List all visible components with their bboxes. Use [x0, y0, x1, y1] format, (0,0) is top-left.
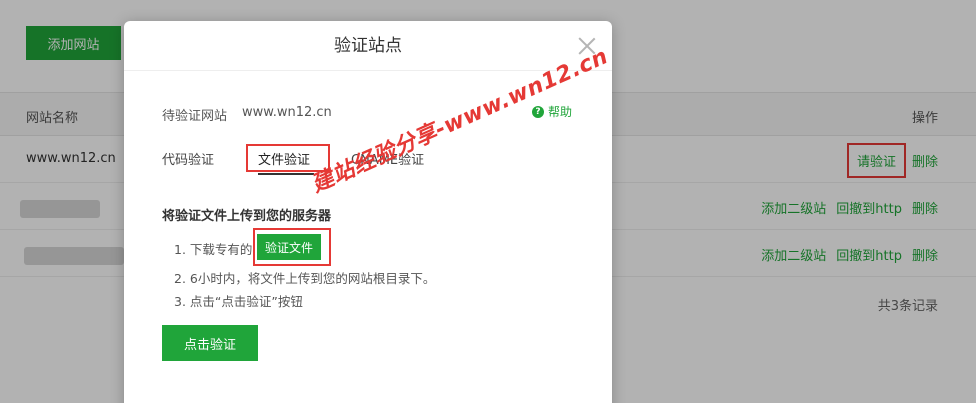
tab-code-verify[interactable]: 代码验证: [162, 149, 214, 168]
help-link[interactable]: ? 帮助: [531, 103, 572, 120]
step-2-text: 2. 6小时内，将文件上传到您的网站根目录下。: [174, 271, 436, 286]
help-label: 帮助: [547, 105, 572, 119]
section-title: 将验证文件上传到您的服务器: [162, 209, 332, 224]
click-verify-button[interactable]: 点击验证: [162, 325, 258, 361]
download-verify-file-button[interactable]: 验证文件: [257, 234, 321, 260]
pending-site-label: 待验证网站: [162, 109, 228, 124]
dialog-title: 验证站点: [124, 21, 612, 71]
tab-file-verify[interactable]: 文件验证: [258, 149, 310, 168]
step-3-text: 3. 点击“点击验证”按钮: [174, 294, 303, 309]
step-1-text: 1. 下载专有的: [174, 242, 253, 257]
pending-site-domain: www.wn12.cn: [242, 105, 332, 120]
active-tab-underline: [258, 173, 314, 175]
help-icon: ?: [531, 105, 544, 118]
